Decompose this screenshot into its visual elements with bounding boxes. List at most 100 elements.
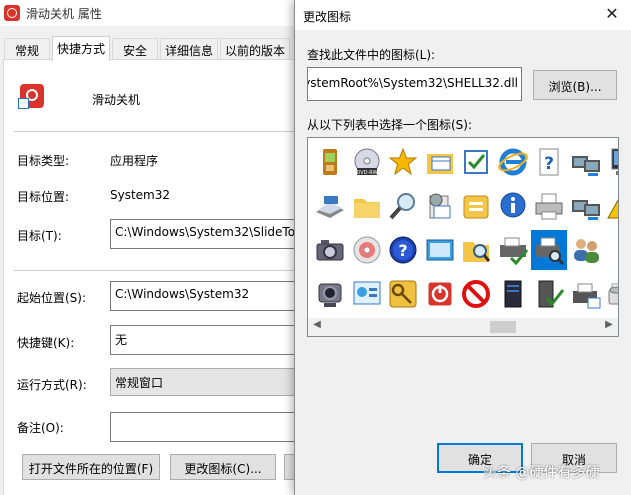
start-in-label: 起始位置(S):: [17, 291, 87, 305]
printer-check-icon: [500, 237, 529, 266]
calendar-folder-icon: [427, 154, 453, 174]
icon-list-label: 从以下列表中选择一个图标(S):: [307, 118, 473, 132]
icon-cell[interactable]: [422, 142, 458, 182]
properties-titlebar[interactable]: 滑动关机 属性: [0, 0, 300, 26]
icon-cell[interactable]: DVD-RW: [349, 142, 385, 182]
icon-file-path: %SystemRoot%\System32\SHELL32.dll: [307, 76, 518, 90]
dialog-title: 更改图标: [303, 10, 352, 24]
properties-window: 滑动关机 属性 常规 快捷方式 安全 详细信息 以前的版本 滑动关机 目标类型:…: [0, 0, 314, 495]
tab-shortcut[interactable]: 快捷方式: [52, 36, 110, 61]
dialog-titlebar[interactable]: 更改图标 ✕: [295, 0, 631, 30]
icon-file-input[interactable]: %SystemRoot%\System32\SHELL32.dll: [307, 67, 522, 101]
icon-cell[interactable]: [568, 186, 604, 226]
pda-icon: [323, 149, 337, 175]
icon-cell[interactable]: [568, 230, 604, 270]
icon-cell[interactable]: [458, 186, 494, 226]
icon-cell[interactable]: [495, 186, 531, 226]
icon-cell[interactable]: [385, 142, 421, 182]
icon-cell[interactable]: [349, 186, 385, 226]
help-circle-icon: ?: [389, 236, 417, 264]
magnifier-icon: [389, 193, 415, 220]
browse-button[interactable]: 浏览(B)...: [533, 70, 617, 100]
network-computers-icon: [572, 200, 600, 220]
icon-cell[interactable]: [604, 142, 618, 182]
open-file-location-button[interactable]: 打开文件所在的位置(F): [22, 454, 160, 480]
icon-cell[interactable]: [604, 274, 618, 314]
scroll-thumb[interactable]: [490, 321, 516, 333]
svg-text:DVD-RW: DVD-RW: [356, 170, 377, 176]
start-in-input[interactable]: C:\Windows\System32: [110, 281, 296, 311]
icon-cell[interactable]: [312, 274, 348, 314]
slideshow-icon: [426, 239, 454, 261]
users-icon: [574, 239, 599, 263]
icon-cell[interactable]: ?: [531, 142, 567, 182]
icon-cell[interactable]: [349, 230, 385, 270]
icon-cell[interactable]: [312, 230, 348, 270]
icon-cell[interactable]: [495, 230, 531, 270]
icon-cell[interactable]: [458, 142, 494, 182]
scroll-left-icon[interactable]: ◀: [310, 319, 324, 335]
star-icon: [388, 147, 418, 176]
svg-text:?: ?: [544, 154, 554, 174]
scanner-icon: [316, 196, 344, 218]
divider: [14, 131, 296, 132]
icon-cell[interactable]: [312, 186, 348, 226]
icon-cell[interactable]: [495, 274, 531, 314]
tab-security[interactable]: 安全: [112, 38, 158, 60]
icon-cell[interactable]: [495, 142, 531, 182]
cd-icon: [353, 236, 381, 264]
network-computers-icon: [572, 156, 600, 176]
icon-cell[interactable]: [312, 142, 348, 182]
icon-cell[interactable]: [531, 274, 567, 314]
no-entry-icon: [462, 280, 490, 308]
network-screen-icon: [611, 148, 618, 175]
icon-cell[interactable]: [385, 274, 421, 314]
file-label: 查找此文件中的图标(L):: [307, 48, 436, 62]
target-label: 目标(T):: [17, 229, 62, 243]
icon-cell[interactable]: [604, 186, 618, 226]
icon-cell[interactable]: [422, 186, 458, 226]
icon-cell[interactable]: ?: [385, 230, 421, 270]
server-icon: [504, 280, 522, 308]
icon-cell[interactable]: [604, 230, 619, 270]
horizontal-scrollbar[interactable]: ◀ ▶: [308, 318, 618, 336]
shortcut-arrow-icon: [18, 98, 29, 109]
fax-machine-icon: [608, 283, 618, 305]
scroll-right-icon[interactable]: ▶: [602, 319, 616, 335]
folder-partial-icon: [606, 234, 619, 266]
icon-cell[interactable]: [422, 230, 458, 270]
document-tray-icon: [463, 195, 489, 219]
icon-cell[interactable]: [385, 186, 421, 226]
icon-list[interactable]: DVD-RW?? ◀ ▶: [307, 137, 619, 337]
run-select[interactable]: 常规窗口: [110, 368, 296, 396]
icon-cell[interactable]: [422, 274, 458, 314]
task-check-icon: [464, 150, 488, 174]
change-icon-button[interactable]: 更改图标(C)...: [170, 454, 276, 480]
icon-grid: DVD-RW??: [312, 142, 619, 336]
folder-icon: [354, 199, 380, 218]
close-icon[interactable]: ✕: [592, 0, 631, 30]
tab-previous-versions[interactable]: 以前的版本: [220, 38, 290, 60]
properties-title: 滑动关机 属性: [26, 7, 102, 21]
icon-cell[interactable]: [349, 274, 385, 314]
icon-cell[interactable]: [568, 142, 604, 182]
fax-icon: [573, 283, 601, 309]
icon-cell[interactable]: [531, 186, 567, 226]
icon-cell[interactable]: [458, 230, 494, 270]
comment-input[interactable]: [110, 412, 296, 442]
power-icon: [427, 281, 453, 307]
target-type-value: 应用程序: [110, 154, 159, 168]
shortcut-name: 滑动关机: [92, 93, 141, 107]
icon-cell[interactable]: [458, 274, 494, 314]
shortcut-key-label: 快捷键(K):: [17, 336, 75, 350]
internet-explorer-icon: [498, 148, 528, 176]
target-input[interactable]: C:\Windows\System32\SlideToShutDown.exe: [110, 219, 296, 249]
webcam-icon: [318, 283, 342, 307]
tab-details[interactable]: 详细信息: [160, 38, 218, 60]
icon-cell[interactable]: [531, 230, 567, 270]
warning-icon: [607, 199, 618, 219]
tab-general[interactable]: 常规: [4, 38, 50, 60]
printer-icon: [535, 193, 563, 220]
shortcut-key-input[interactable]: 无: [110, 325, 296, 355]
icon-cell[interactable]: [568, 274, 604, 314]
